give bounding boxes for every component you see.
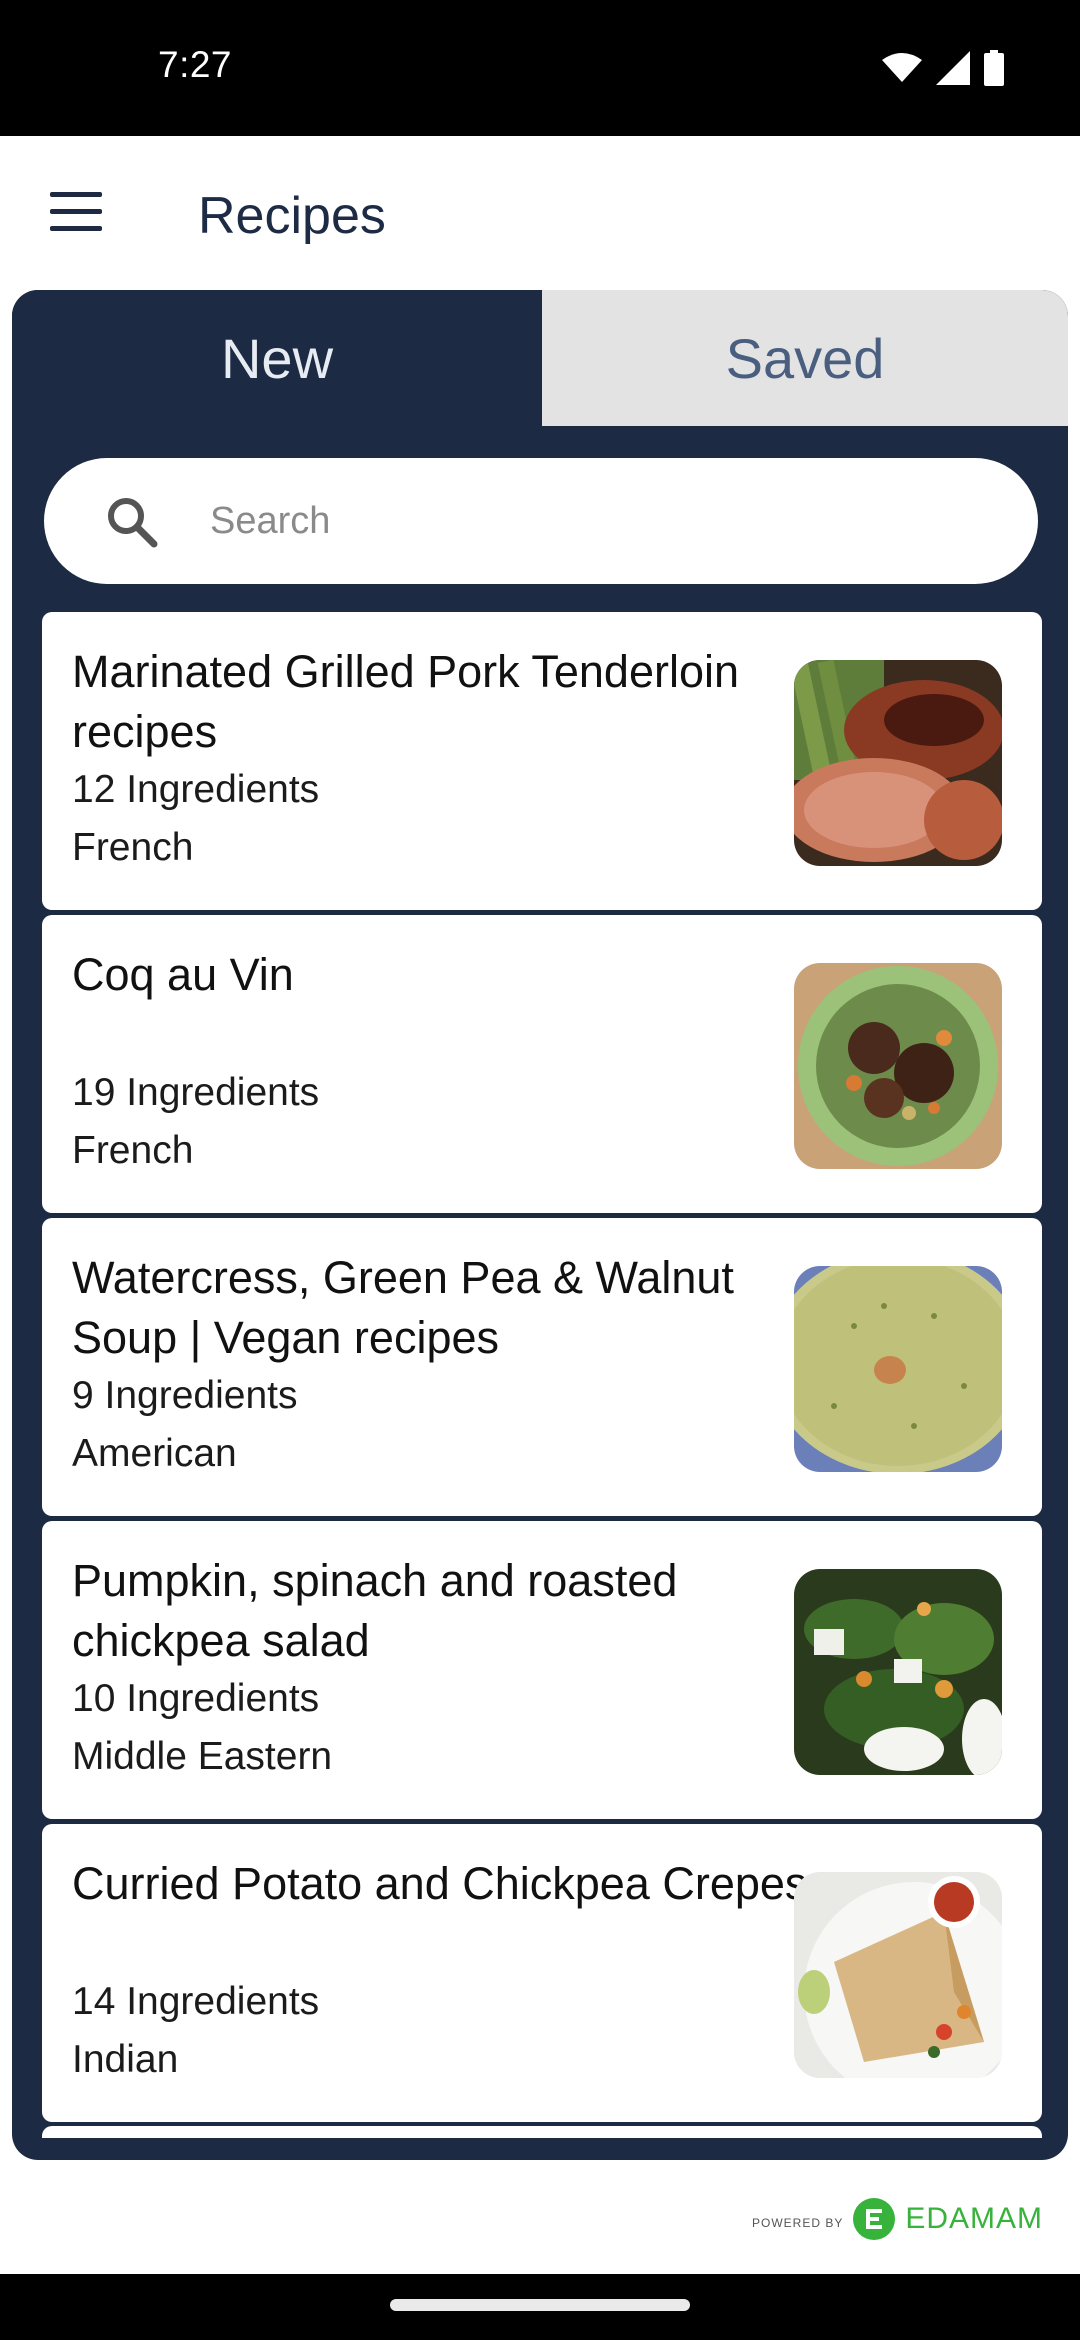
wifi-icon — [882, 53, 922, 82]
status-icons — [882, 50, 1004, 86]
status-bar: 7:27 — [0, 0, 1080, 136]
cell-signal-icon — [936, 51, 970, 85]
search-bar[interactable] — [44, 458, 1038, 584]
recipe-title: Pumpkin, spinach and roasted chickpea sa… — [72, 1555, 678, 1666]
search-icon — [108, 498, 158, 548]
recipe-card-partial[interactable] — [42, 2126, 1042, 2138]
tab-new[interactable]: New — [12, 290, 542, 426]
grilled-pork-photo — [794, 660, 1002, 866]
page-title: Recipes — [198, 187, 386, 245]
crepe-photo — [794, 1872, 1002, 2078]
recipe-ingredient-count: 19 Ingredients — [72, 1071, 320, 1114]
home-gesture-handle[interactable] — [390, 2299, 690, 2311]
recipe-cuisine: Indian — [72, 2038, 179, 2081]
search-input[interactable] — [210, 486, 990, 556]
recipe-cuisine: American — [72, 1432, 237, 1475]
recipe-ingredient-count: 9 Ingredients — [72, 1374, 298, 1417]
green-soup-photo — [794, 1266, 1002, 1472]
app-bar: Recipes — [0, 136, 1080, 290]
recipe-title: Curried Potato and Chickpea Crepes — [72, 1858, 808, 1909]
recipe-cuisine: French — [72, 826, 194, 869]
recipe-title: Coq au Vin — [72, 949, 294, 1000]
recipe-card-coq-au-vin[interactable]: Coq au Vin 19 Ingredients French — [42, 915, 1042, 1213]
recipe-ingredient-count: 14 Ingredients — [72, 1980, 320, 2023]
coq-au-vin-photo — [794, 963, 1002, 1169]
recipe-card-watercress-soup[interactable]: Watercress, Green Pea & Walnut Soup | Ve… — [42, 1218, 1042, 1516]
system-nav-bar — [0, 2274, 1080, 2340]
tab-saved[interactable]: Saved — [542, 290, 1068, 426]
hamburger-menu-icon[interactable] — [50, 192, 104, 232]
recipe-cuisine: Middle Eastern — [72, 1735, 333, 1778]
battery-icon — [984, 50, 1004, 86]
recipe-ingredient-count: 12 Ingredients — [72, 768, 320, 811]
tab-bar: New Saved — [12, 290, 1068, 426]
powered-by-label: POWERED BY — [752, 2216, 844, 2230]
edamam-brand: EDAMAM — [905, 2202, 1044, 2235]
powered-by-edamam[interactable]: POWERED BY EDAMAM — [752, 2198, 1043, 2240]
recipe-cuisine: French — [72, 1129, 194, 1172]
status-time: 7:27 — [158, 44, 233, 85]
recipe-title: Marinated Grilled Pork Tenderloin recipe… — [72, 646, 740, 757]
recipe-card-pumpkin-salad[interactable]: Pumpkin, spinach and roasted chickpea sa… — [42, 1521, 1042, 1819]
recipe-title: Watercress, Green Pea & Walnut Soup | Ve… — [72, 1252, 734, 1363]
edamam-logo-icon — [853, 2198, 896, 2240]
recipe-card-curried-crepes[interactable]: Curried Potato and Chickpea Crepes 14 In… — [42, 1824, 1042, 2122]
recipe-card-grilled-pork[interactable]: Marinated Grilled Pork Tenderloin recipe… — [42, 612, 1042, 910]
recipe-ingredient-count: 10 Ingredients — [72, 1677, 320, 1720]
salad-photo — [794, 1569, 1002, 1775]
